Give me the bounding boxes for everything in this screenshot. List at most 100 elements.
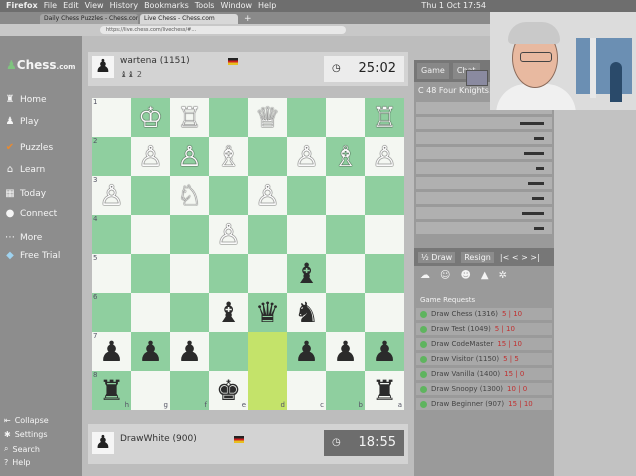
chess-piece[interactable]: ♚ — [216, 374, 241, 407]
move-row[interactable] — [416, 192, 552, 204]
menu-view[interactable]: View — [82, 0, 107, 12]
board-square[interactable]: ♞ — [287, 293, 326, 332]
board-square[interactable]: 7 ♟ — [92, 332, 131, 371]
board-square[interactable] — [209, 98, 248, 137]
chess-piece[interactable]: ♝ — [294, 257, 319, 290]
board-square[interactable]: ♙ — [170, 137, 209, 176]
board-square[interactable]: 4 — [92, 215, 131, 254]
move-row[interactable] — [416, 207, 552, 219]
chess-piece[interactable]: ♖ — [372, 101, 397, 134]
board-square[interactable] — [365, 176, 404, 215]
board-square[interactable]: ♗ — [209, 137, 248, 176]
sidebar-help[interactable]: ? Help — [4, 458, 31, 467]
stats-icon[interactable]: ▲ — [481, 270, 489, 286]
board-square[interactable] — [209, 332, 248, 371]
sidebar-item-play[interactable]: ♟ Play — [4, 116, 39, 127]
game-request-row[interactable]: Draw Test (1049) 5 | 10 — [416, 323, 552, 335]
board-square[interactable]: ♝ — [209, 293, 248, 332]
board-square[interactable] — [170, 293, 209, 332]
friends-icon[interactable]: ☻ — [460, 270, 470, 286]
players-icon[interactable]: ☺ — [440, 270, 450, 286]
sidebar-item-today[interactable]: ▦ Today — [4, 188, 46, 199]
chess-piece[interactable]: ♞ — [294, 296, 319, 329]
board-square[interactable]: ♖ — [365, 98, 404, 137]
move-row[interactable] — [416, 117, 552, 129]
board-square[interactable] — [326, 215, 365, 254]
sidebar-collapse[interactable]: ⇤ Collapse — [4, 416, 49, 425]
sidebar-item-home[interactable]: ♜ Home — [4, 94, 47, 105]
chess-piece[interactable]: ♜ — [372, 374, 397, 407]
board-square[interactable] — [248, 137, 287, 176]
chess-piece[interactable]: ♖ — [177, 101, 202, 134]
tab-game[interactable]: Game — [417, 63, 449, 79]
chess-piece[interactable]: ♟ — [177, 335, 202, 368]
game-request-row[interactable]: Draw Snoopy (1300) 10 | 0 — [416, 383, 552, 395]
board-square[interactable]: ♙ — [287, 137, 326, 176]
menu-window[interactable]: Window — [217, 0, 255, 12]
chess-piece[interactable]: ♟ — [99, 335, 124, 368]
board-square[interactable] — [287, 176, 326, 215]
board-square[interactable] — [287, 215, 326, 254]
board-square[interactable]: ♝ — [287, 254, 326, 293]
board-square[interactable]: ♟ — [365, 332, 404, 371]
board-square[interactable]: g — [131, 371, 170, 410]
new-tab-button[interactable]: + — [240, 14, 256, 24]
board-square[interactable] — [326, 176, 365, 215]
chat-icon[interactable]: ☁ — [420, 270, 430, 286]
board-square[interactable] — [248, 254, 287, 293]
board-square[interactable] — [365, 215, 404, 254]
board-square[interactable]: ♔ — [131, 98, 170, 137]
board-square[interactable]: ♖ — [170, 98, 209, 137]
board-square[interactable] — [326, 293, 365, 332]
menu-firefox[interactable]: Firefox — [0, 0, 41, 12]
board-square[interactable]: ♟ — [326, 332, 365, 371]
sidebar-item-free-trial[interactable]: ◆ Free Trial — [4, 250, 60, 261]
board-square[interactable]: d — [248, 371, 287, 410]
board-square[interactable] — [326, 98, 365, 137]
board-square[interactable] — [170, 215, 209, 254]
chess-logo[interactable]: ♟Chess.com — [6, 58, 75, 72]
board-square[interactable] — [326, 254, 365, 293]
chess-piece[interactable]: ♙ — [216, 218, 241, 251]
board-square[interactable] — [287, 98, 326, 137]
browser-tab-puzzles[interactable]: Daily Chess Puzzles - Chess.com — [40, 14, 138, 24]
player-name[interactable]: DrawWhite (900) — [120, 434, 197, 444]
menu-help[interactable]: Help — [255, 0, 279, 12]
board-square[interactable]: 5 — [92, 254, 131, 293]
chess-piece[interactable]: ♗ — [216, 140, 241, 173]
board-square[interactable]: 1 — [92, 98, 131, 137]
chess-board[interactable]: 1 ♔ ♖ ♕ ♖ 2 ♙ ♙ ♗ ♙ ♗ ♙ 3 ♙ ♘ ♙ 4 ♙ 5 ♝ 6 ♝ ♛ ♞ 7 ♟ ♟ ♟ ♟ ♟ ♟ 8 h ♜ g f e ♚ d c… — [92, 98, 404, 410]
game-request-row[interactable]: Draw Vanilla (1400) 15 | 0 — [416, 368, 552, 380]
sidebar-item-learn[interactable]: ⌂ Learn — [4, 164, 45, 175]
board-square[interactable] — [131, 293, 170, 332]
chess-piece[interactable]: ♙ — [177, 140, 202, 173]
sidebar-item-connect[interactable]: ● Connect — [4, 208, 58, 219]
menu-file[interactable]: File — [41, 0, 60, 12]
board-square[interactable] — [170, 254, 209, 293]
chess-piece[interactable]: ♟ — [333, 335, 358, 368]
chess-piece[interactable]: ♝ — [216, 296, 241, 329]
board-square[interactable]: ♕ — [248, 98, 287, 137]
game-request-row[interactable]: Draw CodeMaster 15 | 10 — [416, 338, 552, 350]
board-square[interactable]: 3 ♙ — [92, 176, 131, 215]
board-square[interactable]: ♟ — [287, 332, 326, 371]
chess-piece[interactable]: ♟ — [294, 335, 319, 368]
board-square[interactable] — [365, 254, 404, 293]
chess-piece[interactable]: ♟ — [372, 335, 397, 368]
opponent-name[interactable]: wartena (1151) — [120, 56, 190, 66]
board-square[interactable] — [248, 215, 287, 254]
board-square[interactable]: ♗ — [326, 137, 365, 176]
chess-piece[interactable]: ♙ — [372, 140, 397, 173]
menu-history[interactable]: History — [107, 0, 141, 12]
game-request-row[interactable]: Draw Visitor (1150) 5 | 5 — [416, 353, 552, 365]
opponent-avatar[interactable]: ♟ — [92, 56, 114, 78]
board-square[interactable] — [248, 332, 287, 371]
board-square[interactable]: 6 — [92, 293, 131, 332]
chess-piece[interactable]: ♜ — [99, 374, 124, 407]
chess-piece[interactable]: ♔ — [138, 101, 163, 134]
board-square[interactable] — [209, 176, 248, 215]
board-square[interactable]: a ♜ — [365, 371, 404, 410]
settings-icon[interactable]: ✲ — [499, 270, 507, 286]
chess-piece[interactable]: ♙ — [99, 179, 124, 212]
board-square[interactable]: ♛ — [248, 293, 287, 332]
